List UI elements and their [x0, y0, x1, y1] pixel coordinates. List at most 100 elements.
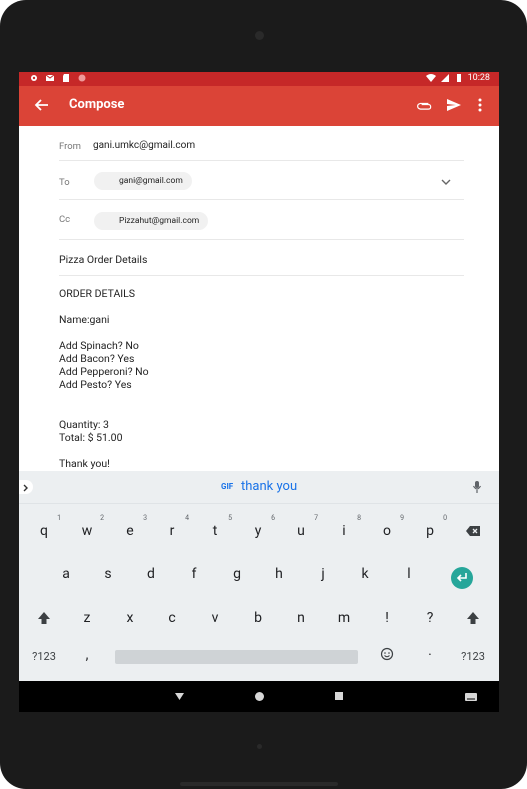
key-label: r: [169, 523, 175, 539]
chevron-down-icon[interactable]: [440, 176, 452, 188]
key-label: s: [104, 566, 112, 582]
body-line[interactable]: Thank you!: [59, 457, 110, 470]
key-z[interactable]: z: [67, 598, 107, 638]
key-label: f: [191, 566, 197, 582]
gif-button[interactable]: GIF: [221, 482, 233, 491]
comma-key[interactable]: ,: [67, 635, 107, 675]
shift-key-left[interactable]: [24, 598, 64, 638]
body-line[interactable]: Add Pesto? Yes: [59, 378, 132, 391]
backspace-key[interactable]: [453, 511, 493, 551]
key-hint: 3: [143, 514, 147, 522]
record-icon: [78, 74, 86, 82]
shift-key-right[interactable]: [453, 598, 493, 638]
page-title: Compose: [69, 97, 125, 112]
back-arrow-icon[interactable]: [33, 96, 51, 114]
key-h[interactable]: h: [259, 554, 299, 594]
key-label: m: [337, 610, 351, 626]
status-bar: 10:28: [19, 72, 499, 86]
key-label: g: [233, 566, 241, 582]
key-q[interactable]: 1 q: [24, 511, 64, 551]
nav-recent-icon[interactable]: [335, 692, 343, 700]
key-exclamation[interactable]: !: [367, 598, 407, 638]
to-recipient-chip[interactable]: gani@gmail.com: [94, 172, 192, 190]
body-line[interactable]: Name:gani: [59, 313, 109, 326]
key-label: l: [407, 566, 411, 582]
key-a[interactable]: a: [46, 554, 86, 594]
gmail-icon: [45, 74, 55, 81]
body-line[interactable]: Add Bacon? Yes: [59, 352, 134, 365]
soft-keyboard: GIF thank you 1 q 2 w 3 e 4 r 5 t 6 y 7 …: [19, 471, 499, 681]
key-v[interactable]: v: [195, 598, 235, 638]
mic-icon[interactable]: [472, 480, 482, 494]
key-l[interactable]: l: [389, 554, 429, 594]
symbols-key-right[interactable]: ?123: [453, 637, 493, 677]
key-hint: 7: [314, 514, 318, 522]
key-x[interactable]: x: [110, 598, 150, 638]
key-label: y: [254, 523, 262, 539]
cc-field[interactable]: Cc Pizzahut@gmail.com: [59, 200, 464, 240]
key-label: a: [62, 566, 70, 582]
send-icon[interactable]: [445, 96, 463, 114]
key-t[interactable]: 5 t: [195, 511, 235, 551]
emoji-key[interactable]: [367, 637, 407, 677]
symbols-key[interactable]: ?123: [24, 637, 64, 677]
key-j[interactable]: j: [303, 554, 343, 594]
from-value: gani.umkc@gmail.com: [93, 140, 196, 151]
key-i[interactable]: 8 i: [324, 511, 364, 551]
key-b[interactable]: b: [238, 598, 278, 638]
body-line[interactable]: Quantity: 3: [59, 418, 109, 431]
body-line[interactable]: Add Spinach? No: [59, 339, 139, 352]
key-s[interactable]: s: [88, 554, 128, 594]
key-c[interactable]: c: [152, 598, 192, 638]
key-label: !: [385, 610, 389, 626]
key-label: ?: [426, 610, 434, 626]
space-bar[interactable]: [115, 650, 358, 664]
key-hint: 5: [228, 514, 232, 522]
key-label: d: [147, 566, 155, 582]
cc-recipient-chip[interactable]: Pizzahut@gmail.com: [94, 212, 209, 230]
body-line[interactable]: Total: $ 51.00: [59, 431, 122, 444]
key-y[interactable]: 6 y: [238, 511, 278, 551]
key-k[interactable]: k: [345, 554, 385, 594]
suggestion-word[interactable]: thank you: [241, 479, 297, 494]
attachment-icon[interactable]: [416, 97, 434, 115]
key-d[interactable]: d: [131, 554, 171, 594]
from-field[interactable]: From gani.umkc@gmail.com: [59, 126, 464, 161]
key-n[interactable]: n: [281, 598, 321, 638]
key-u[interactable]: 7 u: [281, 511, 321, 551]
key-label: u: [297, 523, 305, 539]
nav-back-icon[interactable]: [174, 691, 185, 702]
keyboard-switch-icon[interactable]: [465, 693, 477, 701]
emoji-icon: [380, 647, 394, 661]
key-r[interactable]: 4 r: [152, 511, 192, 551]
key-hint: 1: [57, 514, 61, 522]
key-hint: 8: [357, 514, 361, 522]
sd-card-icon: [63, 74, 69, 82]
enter-icon: [456, 573, 467, 582]
key-question[interactable]: ?: [410, 598, 450, 638]
key-p[interactable]: 0 p: [410, 511, 450, 551]
key-label: t: [212, 523, 218, 539]
key-e[interactable]: 3 e: [110, 511, 150, 551]
key-m[interactable]: m: [324, 598, 364, 638]
enter-key[interactable]: [451, 567, 473, 589]
key-label: p: [426, 523, 434, 539]
body-line[interactable]: ORDER DETAILS: [59, 287, 135, 300]
suggestion-expand-button[interactable]: [19, 480, 33, 494]
nav-home-icon[interactable]: [255, 692, 264, 701]
key-g[interactable]: g: [217, 554, 257, 594]
key-w[interactable]: 2 w: [67, 511, 107, 551]
key-f[interactable]: f: [174, 554, 214, 594]
key-label: b: [254, 610, 262, 626]
subject-field[interactable]: Pizza Order Details: [59, 240, 464, 276]
to-field[interactable]: To gani@gmail.com: [59, 161, 464, 200]
sensor: [257, 744, 262, 749]
period-key[interactable]: ·: [410, 635, 450, 675]
key-hint: 0: [443, 514, 447, 522]
more-vert-icon[interactable]: [473, 96, 487, 114]
key-label: j: [321, 566, 325, 582]
key-label: w: [81, 523, 93, 539]
key-o[interactable]: 9 o: [367, 511, 407, 551]
key-hint: 2: [100, 514, 104, 522]
body-line[interactable]: Add Pepperoni? No: [59, 365, 149, 378]
